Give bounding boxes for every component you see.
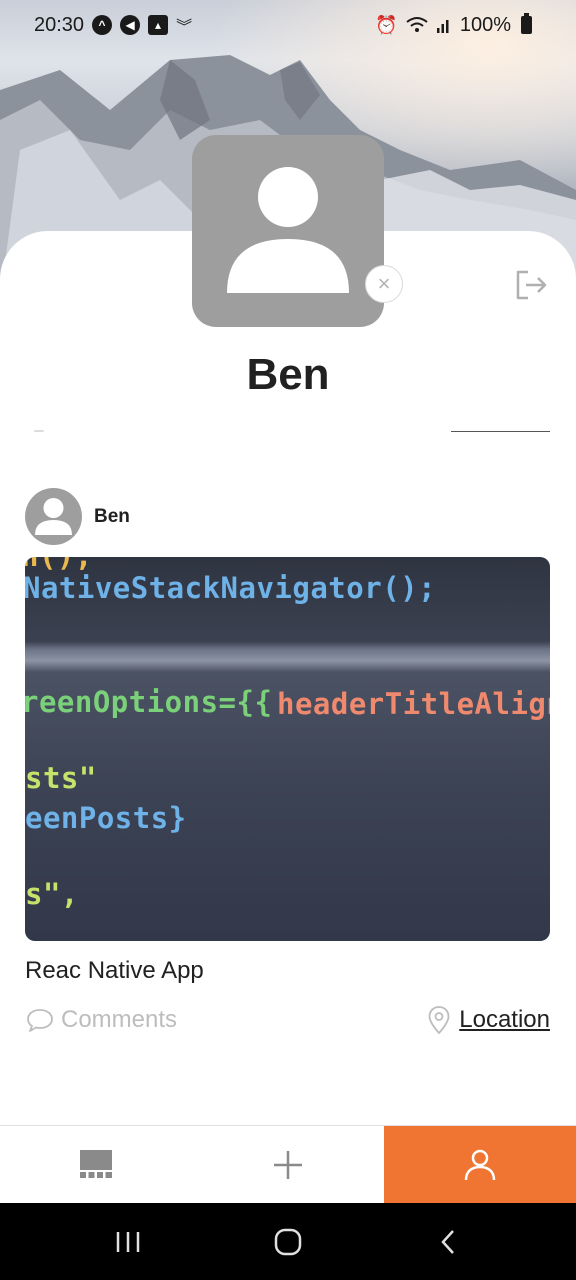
divider-fragment	[34, 430, 44, 432]
recent-apps-button[interactable]	[88, 1203, 168, 1280]
user-placeholder-icon	[35, 498, 72, 535]
status-right: ⏰ 100%	[375, 13, 532, 37]
remove-avatar-button[interactable]: ×	[365, 265, 403, 303]
status-time: 20:30	[34, 13, 85, 36]
close-icon: ×	[377, 271, 391, 296]
comments-label: Comments	[61, 1006, 178, 1033]
code-line: NativeStackNavigator();	[25, 571, 437, 605]
status-left: 20:30 ^ ◀ ▴ ︾	[34, 13, 192, 37]
status-bar: 20:30 ^ ◀ ▴ ︾ ⏰ 100%	[0, 0, 576, 50]
code-line: s",	[25, 877, 79, 911]
battery-icon	[521, 13, 532, 34]
battery-percent: 100%	[459, 13, 511, 36]
system-navigation-bar	[0, 1203, 576, 1280]
app-notification-icon: ^	[92, 15, 113, 35]
map-pin-icon	[428, 1006, 450, 1035]
grid-icon	[80, 1150, 112, 1178]
alarm-icon: ⏰	[375, 14, 398, 35]
plus-icon	[274, 1151, 302, 1179]
signal-icon	[436, 20, 449, 33]
location-link[interactable]: Location	[427, 1005, 550, 1035]
logout-icon	[516, 270, 547, 300]
image-icon: ▴	[148, 15, 169, 35]
divider-line	[451, 431, 550, 432]
code-line: sts"	[25, 761, 97, 795]
location-label: Location	[459, 1006, 550, 1033]
user-icon	[464, 1149, 496, 1181]
megaphone-icon: ◀	[120, 15, 141, 35]
code-line: reenOptions={{	[25, 685, 273, 719]
post-author-name: Ben	[94, 505, 130, 527]
back-button[interactable]	[408, 1203, 488, 1280]
post-title: Reac Native App	[25, 957, 204, 984]
wifi-icon	[406, 17, 428, 32]
post-meta: Comments Location	[25, 1003, 550, 1037]
tab-posts[interactable]	[0, 1126, 192, 1204]
logout-button[interactable]	[512, 266, 550, 304]
profile-name: Ben	[246, 350, 330, 399]
tab-bar	[0, 1125, 576, 1204]
home-icon	[274, 1228, 302, 1255]
post-image[interactable]: n(); NativeStackNavigator(); reenOptions…	[25, 557, 550, 941]
back-icon	[441, 1229, 454, 1254]
post-author: Ben	[25, 488, 130, 545]
comments-button[interactable]: Comments	[25, 1006, 177, 1034]
recent-apps-icon	[116, 1231, 140, 1252]
tab-create[interactable]	[192, 1126, 384, 1204]
home-button[interactable]	[248, 1203, 328, 1280]
tab-profile[interactable]	[384, 1126, 576, 1204]
comment-icon	[27, 1009, 53, 1032]
message-icon: ︾	[176, 19, 193, 36]
code-line: headerTitleAlign:	[277, 687, 550, 721]
user-placeholder-icon	[227, 167, 349, 293]
profile-avatar[interactable]	[192, 135, 384, 327]
post-author-avatar	[25, 488, 82, 545]
code-line: eenPosts}	[25, 801, 187, 835]
